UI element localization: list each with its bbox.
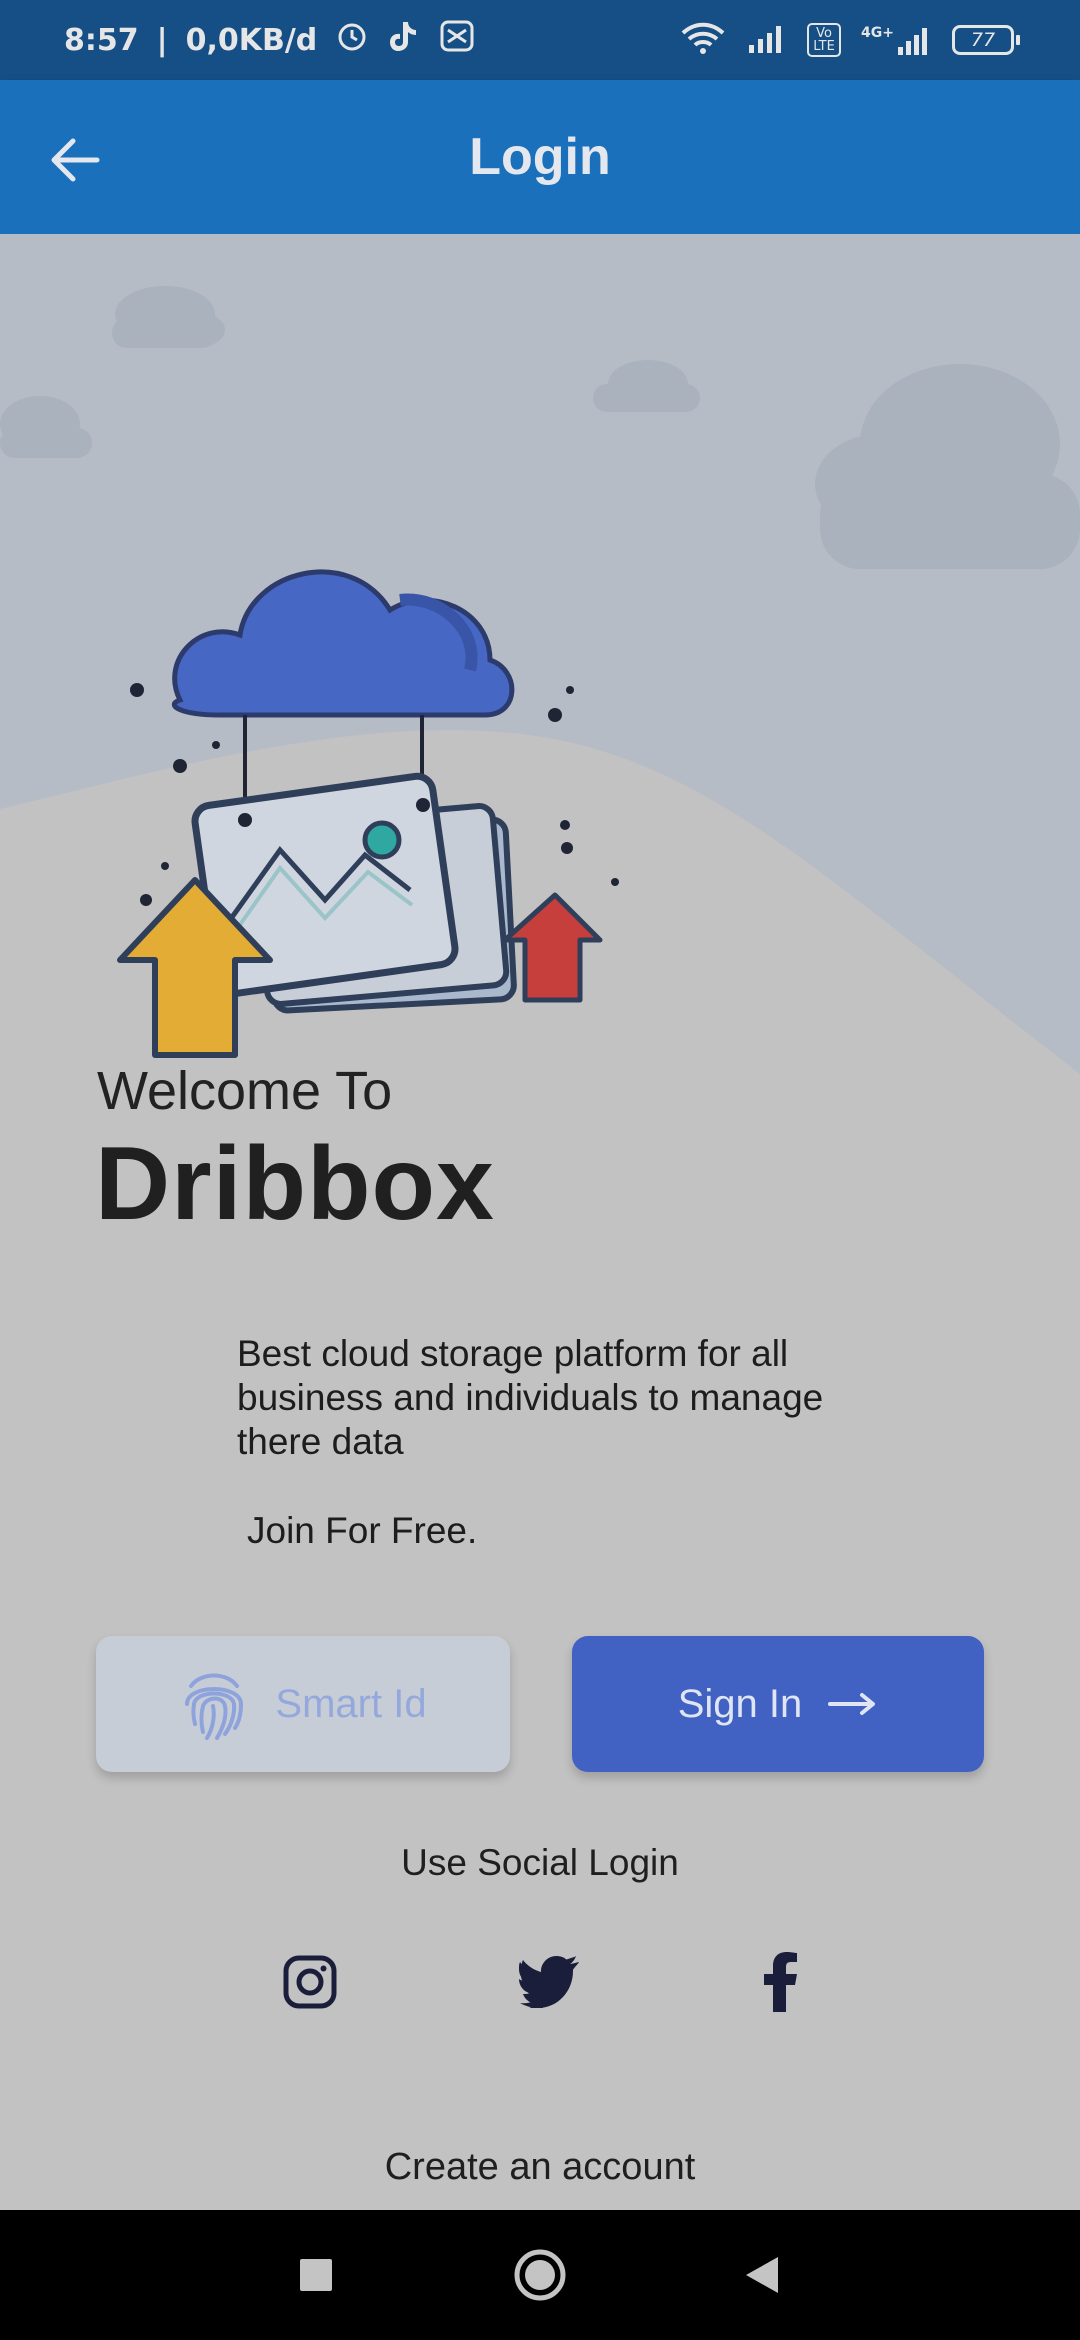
instagram-icon[interactable]	[278, 1950, 342, 2014]
back-nav-button[interactable]	[732, 2245, 792, 2305]
recents-button[interactable]	[286, 2245, 346, 2305]
square-icon	[300, 2259, 332, 2291]
home-button[interactable]	[510, 2245, 570, 2305]
sign-in-label: Sign In	[677, 1681, 803, 1726]
app-bar: Login	[0, 80, 1080, 234]
facebook-icon[interactable]	[748, 1950, 812, 2014]
welcome-heading: Welcome To	[97, 1061, 393, 1121]
arrow-right-icon	[828, 1693, 876, 1715]
page-title: Login	[469, 128, 611, 186]
wifi-icon	[679, 21, 727, 59]
smart-id-button[interactable]: Smart Id	[96, 1636, 510, 1772]
battery-icon: 77	[952, 25, 1020, 55]
triangle-back-icon	[746, 2257, 778, 2293]
status-left: 8:57 | 0,0KB/d	[64, 18, 475, 62]
system-navigation-bar	[0, 2210, 1080, 2340]
brand-name: Dribbox	[95, 1126, 495, 1242]
battery-level: 77	[952, 25, 1014, 55]
volte-icon: Vo LTE	[807, 23, 842, 57]
status-data-rate: 0,0KB/d	[185, 22, 318, 58]
twitter-icon[interactable]	[518, 1950, 582, 2014]
description-text: Best cloud storage platform for all busi…	[237, 1333, 824, 1462]
sign-in-button[interactable]: Sign In	[572, 1636, 984, 1772]
create-account-link[interactable]: Create an account	[0, 2146, 1080, 2189]
alarm-icon	[335, 19, 369, 61]
status-right: Vo LTE 4G+ 77	[679, 21, 1020, 59]
network-label: 4G+	[861, 25, 894, 41]
social-login-label: Use Social Login	[401, 1842, 679, 1883]
join-text: Join For Free.	[247, 1510, 478, 1551]
tiktok-icon	[387, 18, 421, 62]
arrow-left-icon	[51, 138, 100, 182]
fingerprint-icon	[185, 1673, 244, 1740]
status-bar: 8:57 | 0,0KB/d Vo LTE 4G+ 77	[0, 0, 1080, 80]
status-time: 8:57	[64, 22, 139, 58]
circle-icon	[514, 2249, 566, 2301]
signal-4g-icon: 4G+	[861, 25, 932, 55]
cloud-upload-illustration	[117, 569, 619, 1058]
signal-icon	[747, 23, 787, 57]
capcut-icon	[439, 19, 475, 61]
back-button[interactable]	[40, 125, 110, 195]
status-separator: |	[156, 22, 168, 58]
smart-id-label: Smart Id	[275, 1681, 427, 1726]
